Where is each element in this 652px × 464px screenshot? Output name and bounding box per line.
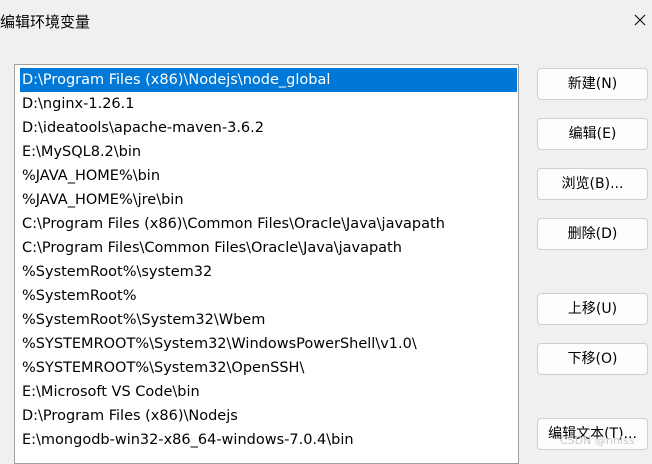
- path-list[interactable]: D:\Program Files (x86)\Nodejs\node_globa…: [14, 64, 519, 464]
- list-item[interactable]: C:\Program Files (x86)\Common Files\Orac…: [20, 212, 517, 236]
- edit-button[interactable]: 编辑(E): [537, 118, 648, 150]
- list-item[interactable]: %JAVA_HOME%\bin: [20, 164, 517, 188]
- list-item[interactable]: %SystemRoot%: [20, 284, 517, 308]
- browse-button[interactable]: 浏览(B)...: [537, 168, 648, 200]
- list-item[interactable]: %JAVA_HOME%\jre\bin: [20, 188, 517, 212]
- list-item[interactable]: %SystemRoot%\System32\Wbem: [20, 308, 517, 332]
- move-up-button[interactable]: 上移(U): [537, 293, 648, 325]
- list-item[interactable]: C:\Program Files\Common Files\Oracle\Jav…: [20, 236, 517, 260]
- list-item[interactable]: E:\MySQL8.2\bin: [20, 140, 517, 164]
- list-item[interactable]: E:\mongodb-win32-x86_64-windows-7.0.4\bi…: [20, 428, 517, 452]
- list-item[interactable]: D:\Program Files (x86)\Nodejs\node_globa…: [20, 68, 517, 92]
- close-button[interactable]: [628, 8, 652, 32]
- delete-button[interactable]: 删除(D): [537, 218, 648, 250]
- list-item[interactable]: %SystemRoot%\system32: [20, 260, 517, 284]
- list-item[interactable]: %SYSTEMROOT%\System32\OpenSSH\: [20, 356, 517, 380]
- move-down-button[interactable]: 下移(O): [537, 343, 648, 375]
- new-button[interactable]: 新建(N): [537, 68, 648, 100]
- list-item[interactable]: E:\Microsoft VS Code\bin: [20, 380, 517, 404]
- watermark: CSDN @nnlss: [560, 434, 635, 447]
- edit-environment-variable-dialog: 编辑环境变量 D:\Program Files (x86)\Nodejs\nod…: [0, 0, 652, 464]
- window-title: 编辑环境变量: [0, 13, 91, 31]
- list-item[interactable]: D:\nginx-1.26.1: [20, 92, 517, 116]
- list-item[interactable]: D:\Program Files (x86)\Nodejs: [20, 404, 517, 428]
- close-icon: [634, 14, 646, 26]
- title-bar: 编辑环境变量: [0, 0, 652, 44]
- list-item[interactable]: %SYSTEMROOT%\System32\WindowsPowerShell\…: [20, 332, 517, 356]
- list-item[interactable]: D:\ideatools\apache-maven-3.6.2: [20, 116, 517, 140]
